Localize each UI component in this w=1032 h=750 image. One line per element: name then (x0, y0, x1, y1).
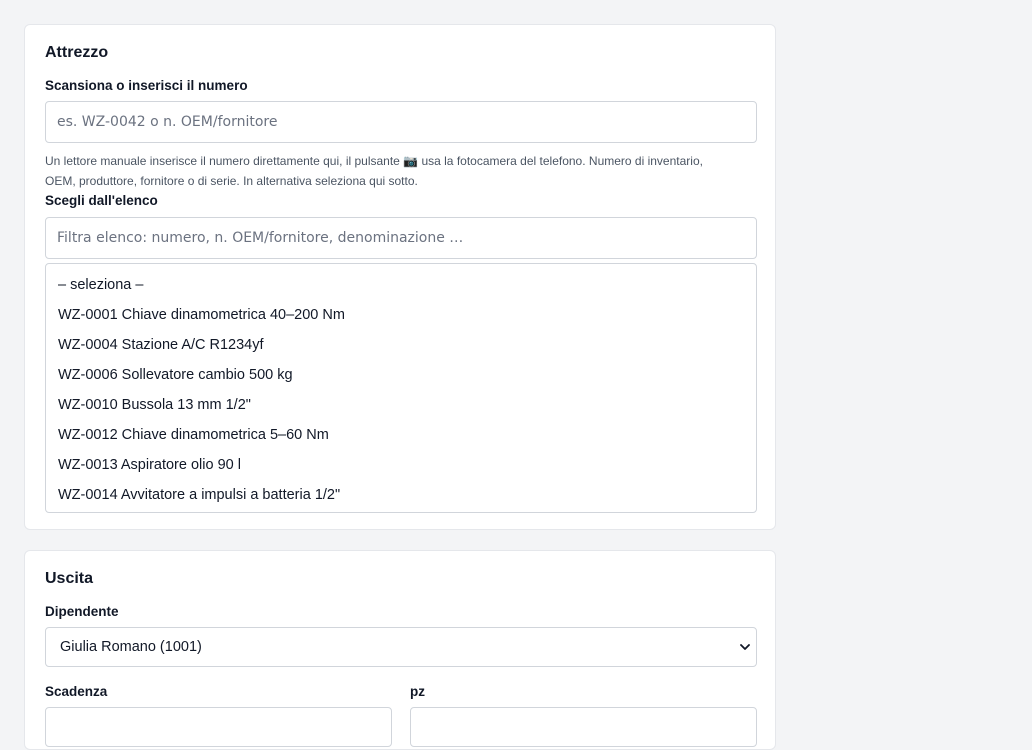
list-label: Scegli dall'elenco (45, 193, 158, 208)
list-filter-input[interactable] (45, 217, 757, 259)
tool-option[interactable]: WZ-0012 Chiave dinamometrica 5–60 Nm (46, 420, 756, 450)
scan-hint-line-2: OEM, produttore, fornitore o di serie. I… (45, 174, 418, 188)
employee-label: Dipendente (45, 604, 119, 619)
scan-hint: Un lettore manuale inserisce il numero d… (45, 151, 757, 191)
scan-label: Scansiona o inserisci il numero (45, 78, 248, 93)
due-date-label: Scadenza (45, 684, 108, 699)
tool-option[interactable]: WZ-0010 Bussola 13 mm 1/2" (46, 390, 756, 420)
scan-hint-line-1: Un lettore manuale inserisce il numero d… (45, 154, 703, 168)
tool-option[interactable]: WZ-0001 Chiave dinamometrica 40–200 Nm (46, 300, 756, 330)
tool-listbox[interactable]: – seleziona – WZ-0001 Chiave dinamometri… (45, 263, 757, 513)
employee-select[interactable]: Giulia Romano (1001) (45, 627, 757, 667)
chevron-down-icon (740, 644, 750, 650)
tool-option[interactable]: WZ-0004 Stazione A/C R1234yf (46, 330, 756, 360)
tool-option[interactable]: WZ-0013 Aspiratore olio 90 l (46, 450, 756, 480)
checkout-section-title: Uscita (45, 570, 94, 587)
tool-option[interactable]: WZ-0006 Sollevatore cambio 500 kg (46, 360, 756, 390)
employee-select-value: Giulia Romano (1001) (60, 639, 202, 655)
scan-input[interactable] (45, 101, 757, 143)
quantity-label: pz (410, 684, 425, 699)
tool-card: Attrezzo Scansiona o inserisci il numero… (24, 24, 776, 530)
tool-option[interactable]: WZ-0014 Avvitatore a impulsi a batteria … (46, 480, 756, 510)
due-date-input[interactable] (45, 707, 392, 747)
checkout-card: Uscita Dipendente Giulia Romano (1001) S… (24, 550, 776, 750)
quantity-input[interactable] (410, 707, 757, 747)
tool-section-title: Attrezzo (45, 44, 109, 61)
tool-option[interactable]: – seleziona – (46, 270, 756, 300)
